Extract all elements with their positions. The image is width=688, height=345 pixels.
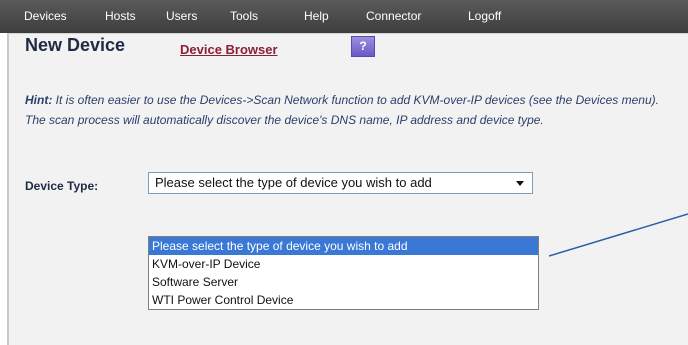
callout-pointer-line xyxy=(548,213,688,257)
callout-line xyxy=(548,213,688,257)
